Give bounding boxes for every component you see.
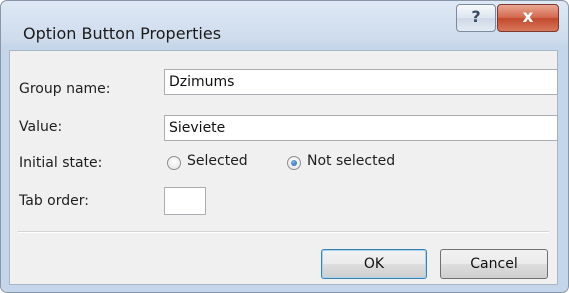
value-label: Value: xyxy=(19,119,63,135)
help-icon: ? xyxy=(471,7,481,26)
dialog-title: Option Button Properties xyxy=(23,24,222,43)
tab-order-input[interactable] xyxy=(164,187,206,215)
title-bar[interactable]: Option Button Properties ? x xyxy=(1,1,568,49)
selected-radio-label[interactable]: Selected xyxy=(187,153,248,169)
tab-order-label: Tab order: xyxy=(19,193,89,209)
not-selected-radio[interactable] xyxy=(287,156,301,170)
initial-state-label: Initial state: xyxy=(19,155,103,171)
dialog-body: Group name: Dzimums Value: Sieviete Init… xyxy=(9,50,558,285)
dialog-window: Option Button Properties ? x Group name:… xyxy=(0,0,569,293)
group-name-label: Group name: xyxy=(19,81,111,97)
ok-button[interactable]: OK xyxy=(321,249,427,279)
cancel-button[interactable]: Cancel xyxy=(440,249,548,279)
close-button[interactable]: x xyxy=(497,4,559,32)
not-selected-radio-label[interactable]: Not selected xyxy=(307,153,395,169)
group-name-input[interactable]: Dzimums xyxy=(164,69,558,95)
close-icon: x xyxy=(522,7,534,27)
value-input[interactable]: Sieviete xyxy=(164,115,558,141)
separator xyxy=(18,231,549,233)
help-button[interactable]: ? xyxy=(456,4,496,32)
selected-radio[interactable] xyxy=(167,156,181,170)
